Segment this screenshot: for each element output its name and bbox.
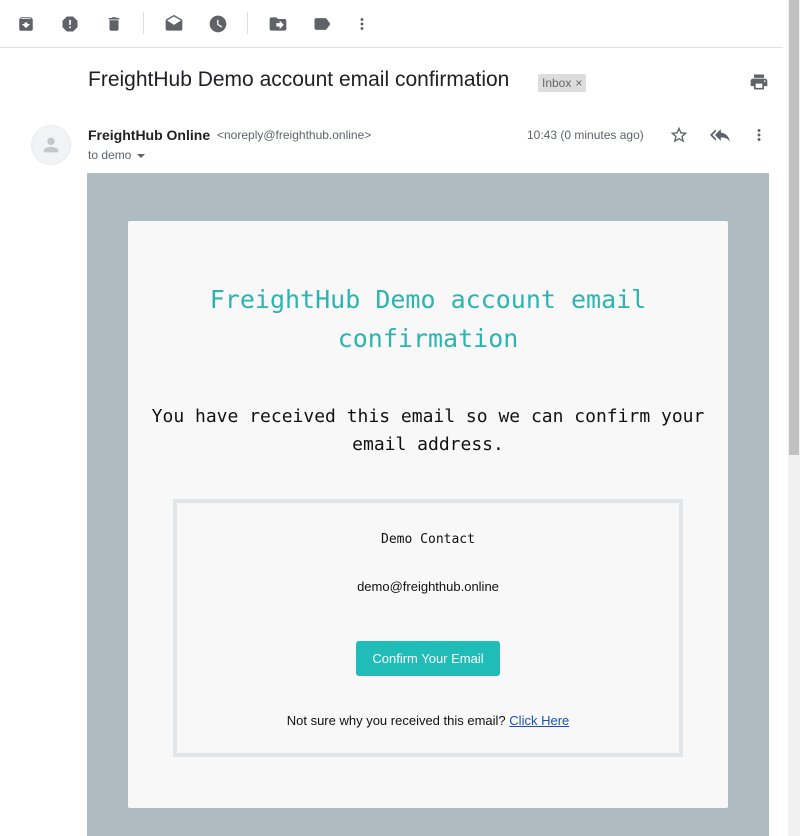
more-vert-icon[interactable]	[748, 124, 770, 146]
person-icon	[43, 137, 59, 153]
contact-email: demo@freighthub.online	[357, 579, 499, 594]
report-spam-icon[interactable]	[58, 12, 82, 36]
delete-icon[interactable]	[102, 12, 126, 36]
click-here-link[interactable]: Click Here	[509, 713, 569, 728]
star-icon[interactable]	[668, 124, 690, 146]
reply-all-icon[interactable]	[707, 124, 733, 146]
recipient-details-toggle[interactable]: to demo	[88, 148, 146, 162]
contact-box: Demo Contact demo@freighthub.online Conf…	[173, 499, 683, 757]
email-heading: FreightHub Demo account email confirmati…	[209, 285, 647, 353]
scrollbar-thumb[interactable]	[789, 0, 799, 455]
not-sure-line: Not sure why you received this email? Cl…	[177, 713, 679, 728]
snooze-icon[interactable]	[206, 12, 230, 36]
not-sure-text: Not sure why you received this email?	[286, 713, 506, 728]
contact-name: Demo Contact	[381, 532, 475, 547]
scrollbar[interactable]	[788, 0, 800, 836]
message-toolbar	[0, 0, 783, 48]
more-vert-icon[interactable]	[350, 12, 374, 36]
inbox-label-chip[interactable]: Inbox ×	[538, 74, 587, 92]
label-icon[interactable]	[310, 12, 334, 36]
confirm-email-button[interactable]: Confirm Your Email	[356, 641, 500, 676]
email-intro-text: You have received this email so we can c…	[151, 406, 705, 455]
move-to-icon[interactable]	[266, 12, 290, 36]
sender-name[interactable]: FreightHub Online	[88, 127, 210, 143]
recipient-text: to demo	[88, 148, 132, 162]
toolbar-divider	[143, 12, 144, 34]
toolbar-divider	[247, 12, 248, 34]
message-timestamp: 10:43 (0 minutes ago)	[527, 128, 644, 142]
print-icon[interactable]	[748, 71, 770, 93]
remove-label-icon[interactable]: ×	[575, 76, 582, 90]
sender-avatar[interactable]	[31, 125, 71, 165]
label-text: Inbox	[542, 76, 572, 90]
sender-email: <noreply@freighthub.online>	[217, 128, 372, 142]
caret-down-icon	[137, 153, 146, 158]
archive-icon[interactable]	[14, 12, 38, 36]
email-subject: FreightHub Demo account email confirmati…	[88, 68, 510, 91]
mark-unread-icon[interactable]	[162, 12, 186, 36]
